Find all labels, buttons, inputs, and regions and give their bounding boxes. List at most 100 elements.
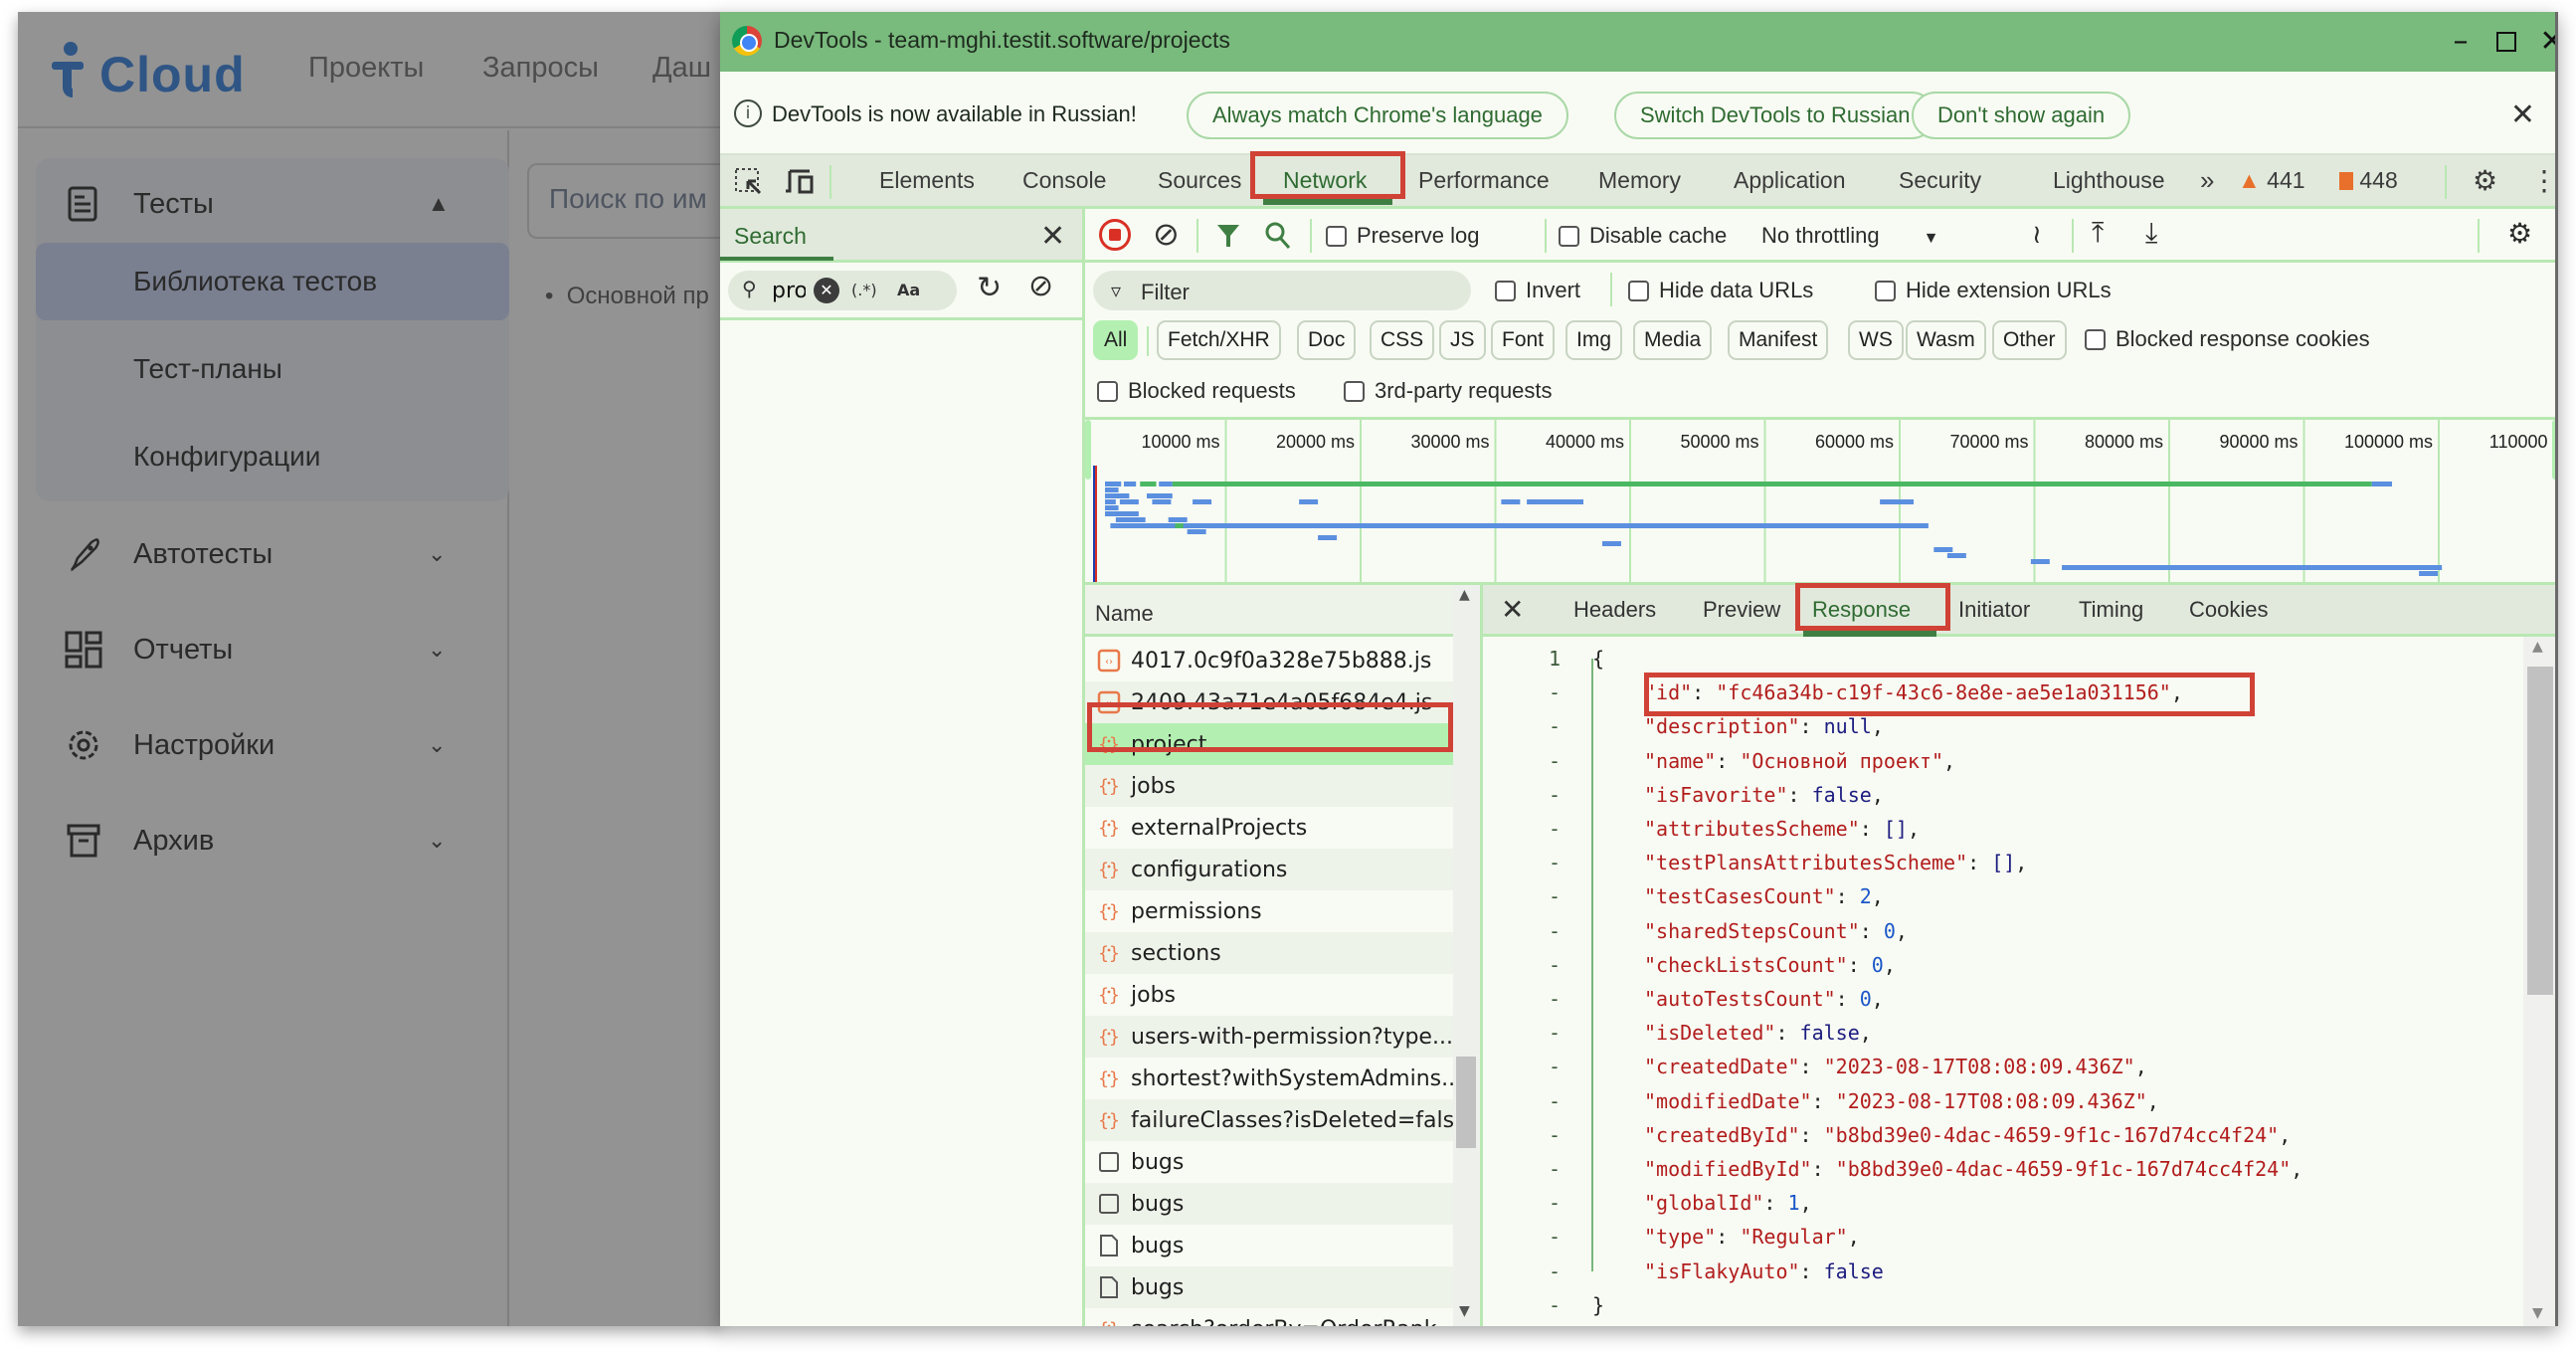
more-options-icon[interactable]: ⋮ xyxy=(2530,155,2555,206)
type-filter-other[interactable]: Other xyxy=(1992,320,2067,360)
clear-icon[interactable]: ⊘ xyxy=(1153,215,1180,253)
record-button[interactable] xyxy=(1099,219,1131,251)
request-row[interactable]: {} project xyxy=(1085,723,1453,765)
checkbox[interactable] xyxy=(2085,329,2106,350)
dont-show-again-button[interactable]: Don't show again xyxy=(1912,92,2131,139)
maximize-button[interactable] xyxy=(2486,22,2526,62)
clear-search-icon[interactable]: ✕ xyxy=(814,278,839,303)
checkbox[interactable] xyxy=(1495,281,1516,301)
project-list-item[interactable]: • Основной пр xyxy=(545,283,709,310)
nav-dashboards[interactable]: Даш xyxy=(652,52,711,85)
request-row[interactable]: ‹› 4017.0c9f0a328e75b888.js xyxy=(1085,640,1453,681)
device-toolbar-icon[interactable] xyxy=(784,167,818,197)
filter-icon[interactable] xyxy=(1216,223,1240,249)
request-row[interactable]: {} failureClasses?isDeleted=false xyxy=(1085,1099,1453,1141)
type-filter-all[interactable]: All xyxy=(1093,320,1139,360)
sidebar-item-reports[interactable]: Отчеты ⌄ xyxy=(18,620,509,679)
always-match-language-button[interactable]: Always match Chrome's language xyxy=(1187,92,1568,139)
refresh-icon[interactable]: ↻ xyxy=(977,271,1002,305)
search-icon[interactable] xyxy=(1264,221,1292,251)
checkbox[interactable] xyxy=(1326,226,1347,247)
import-har-icon[interactable]: ⤒ xyxy=(2092,217,2104,250)
type-filter-manifest[interactable]: Manifest xyxy=(1728,320,1829,360)
tab-cookies[interactable]: Cookies xyxy=(2189,597,2268,623)
tab-initiator[interactable]: Initiator xyxy=(1958,597,2030,623)
tab-application[interactable]: Application xyxy=(1734,155,1846,206)
clear-results-icon[interactable]: ⊘ xyxy=(1028,269,1053,303)
scroll-up-icon[interactable]: ▲ xyxy=(1459,587,1470,603)
close-search-icon[interactable]: ✕ xyxy=(1040,219,1065,254)
tab-performance[interactable]: Performance xyxy=(1418,155,1550,206)
filter-input[interactable]: ▿ Filter xyxy=(1093,271,1471,310)
request-row[interactable]: bugs xyxy=(1085,1225,1453,1266)
type-filter-fetch-xhr[interactable]: Fetch/XHR xyxy=(1157,320,1281,360)
nav-requests[interactable]: Запросы xyxy=(482,52,599,85)
request-row[interactable]: {} search?orderBy=OrderRank... xyxy=(1085,1308,1453,1326)
scroll-down-icon[interactable]: ▼ xyxy=(2532,1305,2543,1321)
request-row[interactable]: {} jobs xyxy=(1085,765,1453,807)
switch-to-russian-button[interactable]: Switch DevTools to Russian xyxy=(1614,92,1936,139)
tab-headers[interactable]: Headers xyxy=(1573,597,1656,623)
type-filter-wasm[interactable]: Wasm xyxy=(1906,320,1986,360)
hide-extension-urls-checkbox[interactable]: Hide extension URLs xyxy=(1875,278,2112,303)
close-detail-icon[interactable]: ✕ xyxy=(1501,593,1524,626)
checkbox[interactable] xyxy=(1559,226,1579,247)
network-conditions-icon[interactable]: ≀ xyxy=(2032,219,2042,250)
type-filter-media[interactable]: Media xyxy=(1633,320,1713,360)
more-tabs-icon[interactable]: » xyxy=(2200,155,2214,206)
checkbox[interactable] xyxy=(1628,281,1649,301)
checkbox[interactable] xyxy=(1344,381,1365,402)
sidebar-item-tests[interactable]: Тесты ▲ xyxy=(18,174,509,234)
request-row[interactable]: bugs xyxy=(1085,1183,1453,1225)
scroll-down-icon[interactable]: ▼ xyxy=(1459,1303,1470,1319)
request-row[interactable]: bugs xyxy=(1085,1266,1453,1308)
export-har-icon[interactable]: ⤓ xyxy=(2145,217,2157,250)
tab-timing[interactable]: Timing xyxy=(2079,597,2143,623)
disable-cache-checkbox[interactable]: Disable cache xyxy=(1559,223,1727,249)
errors-badge[interactable]: 448 xyxy=(2339,155,2398,206)
type-filter-css[interactable]: CSS xyxy=(1370,320,1435,360)
app-logo[interactable]: Cloud xyxy=(52,42,246,99)
close-window-button[interactable]: ✕ xyxy=(2532,22,2555,62)
hide-data-urls-checkbox[interactable]: Hide data URLs xyxy=(1628,278,1813,303)
scrollbar-thumb[interactable] xyxy=(2527,667,2553,995)
warnings-badge[interactable]: ▲ 441 xyxy=(2238,155,2305,206)
project-search-input[interactable]: Поиск по им xyxy=(527,163,724,239)
checkbox[interactable] xyxy=(1097,381,1118,402)
request-row[interactable]: {} sections xyxy=(1085,932,1453,974)
checkbox[interactable] xyxy=(1875,281,1896,301)
tab-security[interactable]: Security xyxy=(1899,155,1981,206)
type-filter-ws[interactable]: WS xyxy=(1848,320,1904,360)
response-body[interactable]: 1 {- "id": "fc46a34b-c19f-43c6-8e8e-ae5e1a… xyxy=(1483,637,2517,1326)
request-row[interactable]: {} users-with-permission?type... xyxy=(1085,1016,1453,1058)
request-list-scrollbar[interactable]: ▲ ▼ xyxy=(1453,585,1480,1326)
sidebar-item-test-library[interactable]: Библиотека тестов xyxy=(36,243,509,320)
type-filter-js[interactable]: JS xyxy=(1439,320,1486,360)
settings-gear-icon[interactable]: ⚙ xyxy=(2473,155,2497,206)
regex-toggle[interactable]: (.*) xyxy=(851,281,877,299)
throttling-select[interactable]: No throttling ▼ xyxy=(1761,223,1938,249)
request-row[interactable]: {} jobs xyxy=(1085,974,1453,1016)
tab-preview[interactable]: Preview xyxy=(1703,597,1780,623)
response-scrollbar[interactable]: ▲ ▼ xyxy=(2523,637,2555,1326)
match-case-toggle[interactable]: Aa xyxy=(897,281,920,299)
preserve-log-checkbox[interactable]: Preserve log xyxy=(1326,223,1480,249)
tab-response[interactable]: Response xyxy=(1812,597,1911,623)
scroll-up-icon[interactable]: ▲ xyxy=(2532,639,2543,655)
search-query[interactable]: proj xyxy=(772,279,806,303)
blocked-response-cookies-checkbox[interactable]: Blocked response cookies xyxy=(2085,326,2370,352)
type-filter-img[interactable]: Img xyxy=(1565,320,1623,360)
invert-checkbox[interactable]: Invert xyxy=(1495,278,1580,303)
search-panel-title[interactable]: Search xyxy=(734,223,807,250)
close-infobar-icon[interactable]: ✕ xyxy=(2510,97,2535,132)
sidebar-item-settings[interactable]: Настройки ⌄ xyxy=(18,715,509,775)
tab-lighthouse[interactable]: Lighthouse xyxy=(2053,155,2165,206)
type-filter-doc[interactable]: Doc xyxy=(1297,320,1357,360)
sidebar-item-archive[interactable]: Архив ⌄ xyxy=(18,811,509,870)
search-input[interactable]: ⚲ proj ✕ (.*) Aa xyxy=(728,271,957,310)
request-row[interactable]: {} configurations xyxy=(1085,849,1453,890)
request-row[interactable]: {} permissions xyxy=(1085,890,1453,932)
request-row[interactable]: bugs xyxy=(1085,1141,1453,1183)
request-row[interactable]: ‹› 2409.43a71e4a05f684e4.js xyxy=(1085,681,1453,723)
blocked-requests-checkbox[interactable]: Blocked requests xyxy=(1097,378,1296,404)
